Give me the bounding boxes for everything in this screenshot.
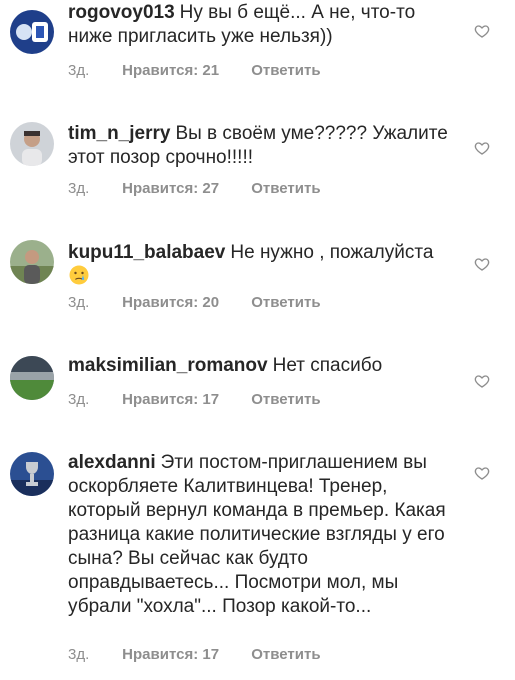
comment-time[interactable]: 3д.	[68, 62, 118, 79]
avatar[interactable]	[10, 240, 54, 284]
heart-outline-icon[interactable]	[474, 465, 490, 481]
comment-username[interactable]: tim_n_jerry	[68, 123, 170, 144]
comment-meta: 3д. Нравится: 27 Ответить	[68, 180, 321, 197]
comment-meta: 3д. Нравится: 17 Ответить	[68, 391, 321, 408]
comment-likes[interactable]: Нравится: 27	[122, 180, 219, 197]
comment-meta: 3д. Нравится: 20 Ответить	[68, 294, 321, 311]
avatar[interactable]	[10, 122, 54, 166]
comment-likes[interactable]: Нравится: 17	[122, 391, 219, 408]
comment-text: Эти постом-приглашением вы оскорбляете К…	[68, 452, 446, 617]
comment-likes[interactable]: Нравится: 20	[122, 294, 219, 311]
comment-meta: 3д. Нравится: 17 Ответить	[68, 646, 321, 663]
comment-body: rogovoy013 Ну вы б ещё... А не, что-то ни…	[68, 1, 453, 49]
comment-body: maksimilian_romanov Нет спасибо	[68, 354, 453, 378]
avatar[interactable]	[10, 356, 54, 400]
heart-outline-icon[interactable]	[474, 256, 490, 272]
avatar[interactable]	[10, 10, 54, 54]
comment-time[interactable]: 3д.	[68, 294, 118, 311]
avatar[interactable]	[10, 452, 54, 496]
crying-face-emoji	[69, 265, 89, 285]
comment-meta: 3д. Нравится: 21 Ответить	[68, 62, 321, 79]
reply-button[interactable]: Ответить	[251, 180, 320, 197]
comment-username[interactable]: maksimilian_romanov	[68, 355, 268, 376]
comment-time[interactable]: 3д.	[68, 646, 118, 663]
comment-body: kupu11_balabaev Не нужно , пожалуйста	[68, 241, 453, 289]
heart-outline-icon[interactable]	[474, 140, 490, 156]
heart-outline-icon[interactable]	[474, 373, 490, 389]
comment-body: alexdanni Эти постом-приглашением вы оско…	[68, 451, 453, 619]
reply-button[interactable]: Ответить	[251, 294, 320, 311]
comment-username[interactable]: rogovoy013	[68, 2, 175, 23]
comment-likes[interactable]: Нравится: 17	[122, 646, 219, 663]
comment-username[interactable]: alexdanni	[68, 452, 156, 473]
comment-likes[interactable]: Нравится: 21	[122, 62, 219, 79]
comment-body: tim_n_jerry Вы в своём уме????? Ужалите э…	[68, 122, 453, 170]
reply-button[interactable]: Ответить	[251, 391, 320, 408]
comment-time[interactable]: 3д.	[68, 391, 118, 408]
reply-button[interactable]: Ответить	[251, 646, 320, 663]
comment-text: Не нужно , пожалуйста	[230, 242, 434, 263]
reply-button[interactable]: Ответить	[251, 62, 320, 79]
comment-text: Нет спасибо	[272, 355, 383, 376]
comment-username[interactable]: kupu11_balabaev	[68, 242, 225, 263]
comment-time[interactable]: 3д.	[68, 180, 118, 197]
heart-outline-icon[interactable]	[474, 23, 490, 39]
